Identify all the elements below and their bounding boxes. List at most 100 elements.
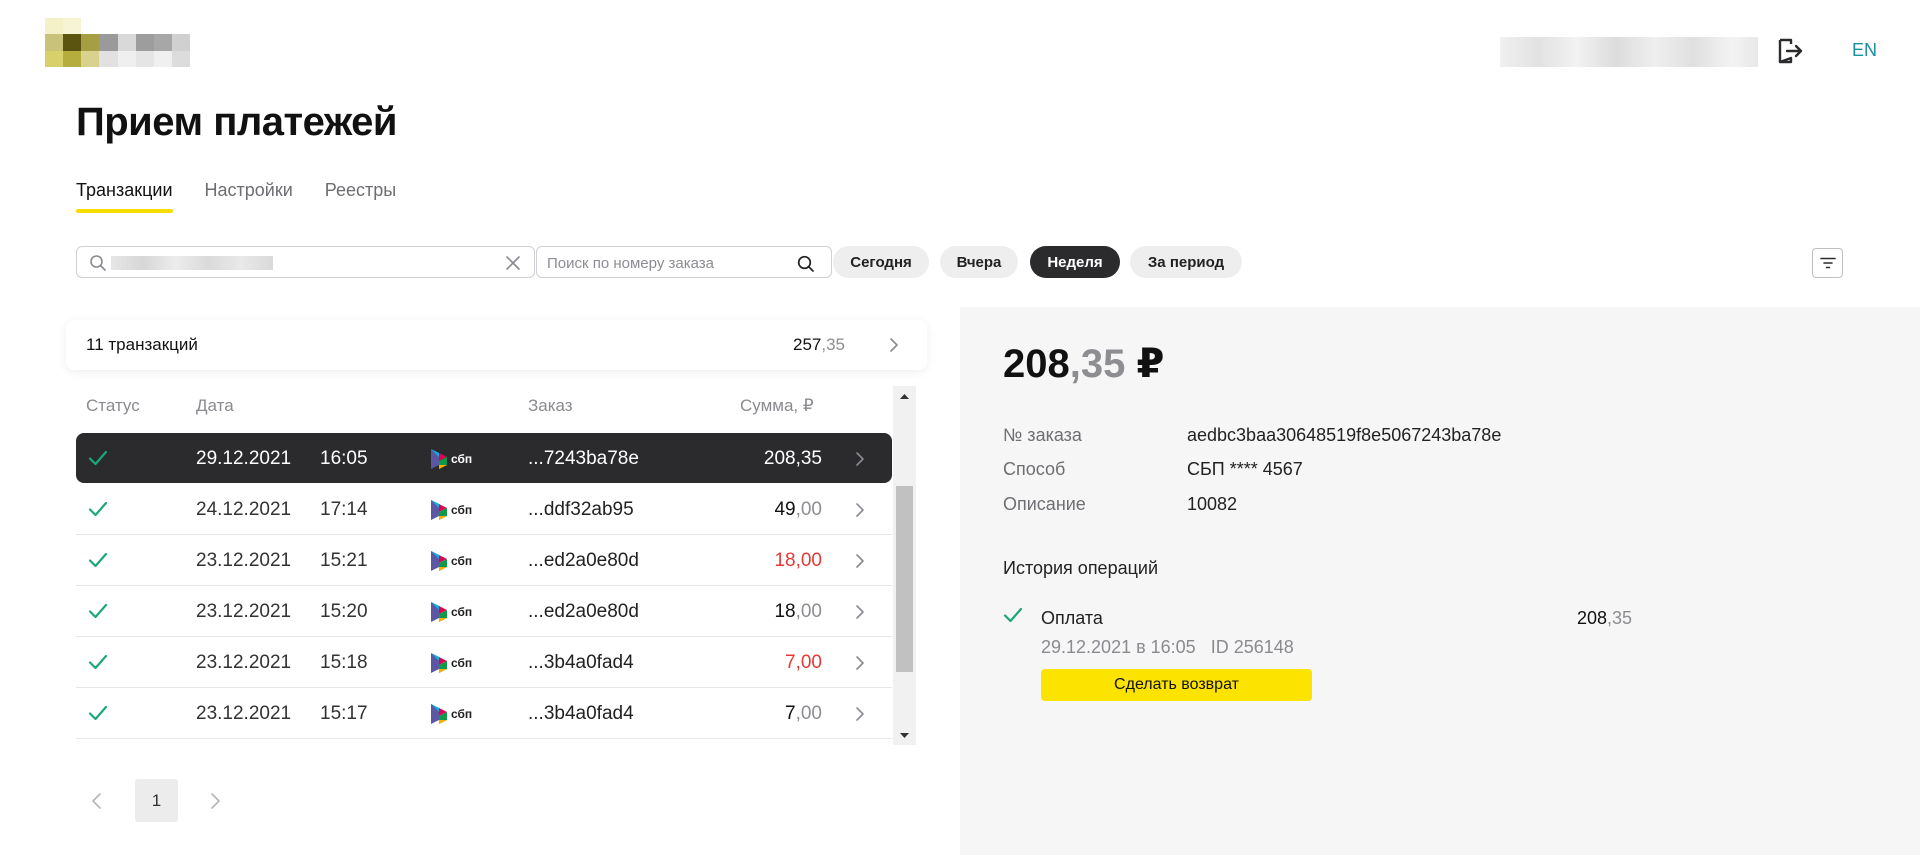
row-sum-int: 18 [774, 601, 796, 622]
summary-amount-int: 257 [792, 335, 822, 354]
chevron-right-icon [856, 656, 864, 670]
sbp-logo-icon: сбп [431, 704, 472, 724]
check-icon [1003, 607, 1023, 623]
row-time: 15:17 [320, 703, 368, 724]
check-icon [88, 603, 108, 619]
period-today-button[interactable]: Сегодня [833, 246, 929, 278]
column-sum[interactable]: Сумма, ₽ [740, 396, 814, 416]
row-sum-frac: ,00 [795, 652, 822, 673]
history-operation-meta: 29.12.2021 в 16:05 ID 256148 [1041, 637, 1294, 657]
table-row[interactable]: 23.12.2021 15:18 сбп ...3b4a0fad4 7,00 [76, 637, 892, 688]
chevron-right-icon [856, 503, 864, 517]
sbp-logo-icon: сбп [431, 551, 472, 571]
column-status[interactable]: Статус [86, 396, 140, 416]
check-icon [88, 552, 108, 568]
pagination-page-current[interactable]: 1 [135, 779, 178, 822]
column-date[interactable]: Дата [196, 396, 234, 416]
row-sum-int: 7 [785, 652, 796, 673]
detail-field-label: Описание [1003, 494, 1086, 514]
svg-text:сбп: сбп [451, 503, 472, 517]
merchant-search-input[interactable] [76, 246, 535, 278]
search-icon[interactable] [797, 255, 815, 273]
table-row[interactable]: 29.12.2021 16:05 сбп ...7243ba78e 208,35 [76, 433, 892, 483]
row-order: ...ed2a0e80d [528, 550, 639, 571]
scroll-down-arrow-icon[interactable] [893, 725, 916, 745]
row-date: 24.12.2021 [196, 499, 292, 520]
order-search-field[interactable] [536, 246, 832, 278]
history-operation-name: Оплата [1041, 608, 1103, 628]
transactions-count: 11 транзакций [86, 335, 198, 354]
row-sum: 7,00 [785, 703, 822, 725]
table-scrollbar[interactable] [893, 386, 916, 745]
period-custom-button[interactable]: За период [1130, 246, 1242, 278]
sbp-logo-icon: сбп [431, 653, 472, 673]
table-row[interactable]: 24.12.2021 17:14 сбп ...ddf32ab95 49,00 [76, 484, 892, 535]
logout-icon[interactable] [1776, 37, 1804, 65]
svg-text:сбп: сбп [451, 554, 472, 568]
row-sum-int: 49 [774, 499, 796, 520]
pagination-next-icon[interactable] [204, 790, 226, 812]
chevron-right-icon [856, 605, 864, 619]
row-date: 23.12.2021 [196, 601, 292, 622]
chevron-right-icon [856, 554, 864, 568]
summary-amount-frac: ,35 [821, 335, 845, 354]
history-amount-int: 208 [1577, 608, 1608, 628]
detail-amount-frac: ,35 [1069, 342, 1126, 386]
chevron-right-icon [890, 338, 898, 352]
tab-registries[interactable]: Реестры [325, 180, 396, 213]
language-switch[interactable]: EN [1852, 40, 1877, 61]
row-order: ...ed2a0e80d [528, 601, 639, 622]
row-time: 17:14 [320, 499, 368, 520]
detail-amount: 208,35 ₽ [1003, 341, 1164, 387]
tabs: Транзакции Настройки Реестры [76, 180, 396, 213]
table-row[interactable]: 23.12.2021 15:20 сбп ...ed2a0e80d 18,00 [76, 586, 892, 637]
row-sum-frac: ,00 [795, 703, 822, 724]
row-time: 15:21 [320, 550, 368, 571]
sbp-logo-icon: сбп [431, 500, 472, 520]
history-operation-amount: 208,35 [1577, 608, 1632, 629]
user-account-blurred [1500, 37, 1758, 67]
row-order: ...3b4a0fad4 [528, 652, 634, 673]
chevron-right-icon [856, 707, 864, 721]
row-time: 15:20 [320, 601, 368, 622]
tab-settings[interactable]: Настройки [205, 180, 293, 213]
company-logo [45, 18, 190, 67]
period-week-button[interactable]: Неделя [1030, 246, 1120, 278]
check-icon [88, 501, 108, 517]
row-sum: 18,00 [774, 550, 822, 572]
detail-field-value: 10082 [1187, 494, 1238, 514]
sbp-logo-icon: сбп [431, 602, 472, 622]
scroll-up-arrow-icon[interactable] [893, 386, 916, 406]
scroll-thumb[interactable] [896, 486, 913, 672]
table-row[interactable]: 23.12.2021 15:21 сбп ...ed2a0e80d 18,00 [76, 535, 892, 586]
row-date: 29.12.2021 [196, 448, 292, 469]
row-sum: 7,00 [785, 652, 822, 674]
refund-button[interactable]: Сделать возврат [1041, 669, 1312, 701]
row-sum: 208,35 [764, 448, 822, 470]
detail-field-value: aedbc3baa30648519f8e5067243ba78e [1187, 425, 1502, 445]
svg-text:сбп: сбп [451, 452, 472, 466]
filter-settings-button[interactable] [1812, 248, 1843, 278]
transactions-table: 29.12.2021 16:05 сбп ...7243ba78e 208,35… [76, 433, 892, 739]
row-sum-frac: ,00 [795, 601, 822, 622]
order-search-input[interactable] [547, 253, 787, 273]
row-sum: 18,00 [774, 601, 822, 623]
detail-field-value: СБП **** 4567 [1187, 459, 1303, 479]
table-row[interactable]: 23.12.2021 15:17 сбп ...3b4a0fad4 7,00 [76, 688, 892, 739]
column-order[interactable]: Заказ [528, 396, 573, 416]
close-icon[interactable] [504, 254, 522, 272]
row-order: ...3b4a0fad4 [528, 703, 634, 724]
transactions-summary[interactable]: 11 транзакций 257,35 [66, 320, 927, 370]
check-icon [88, 705, 108, 721]
period-yesterday-button[interactable]: Вчера [940, 246, 1018, 278]
svg-text:сбп: сбп [451, 605, 472, 619]
row-date: 23.12.2021 [196, 652, 292, 673]
row-sum-frac: ,00 [795, 499, 822, 520]
tab-transactions[interactable]: Транзакции [76, 180, 173, 213]
row-time: 15:18 [320, 652, 368, 673]
pagination-prev-icon[interactable] [86, 790, 108, 812]
detail-currency: ₽ [1125, 342, 1165, 386]
row-sum-frac: ,00 [795, 550, 822, 571]
row-sum-int: 18 [774, 550, 796, 571]
row-order: ...7243ba78e [528, 448, 639, 469]
